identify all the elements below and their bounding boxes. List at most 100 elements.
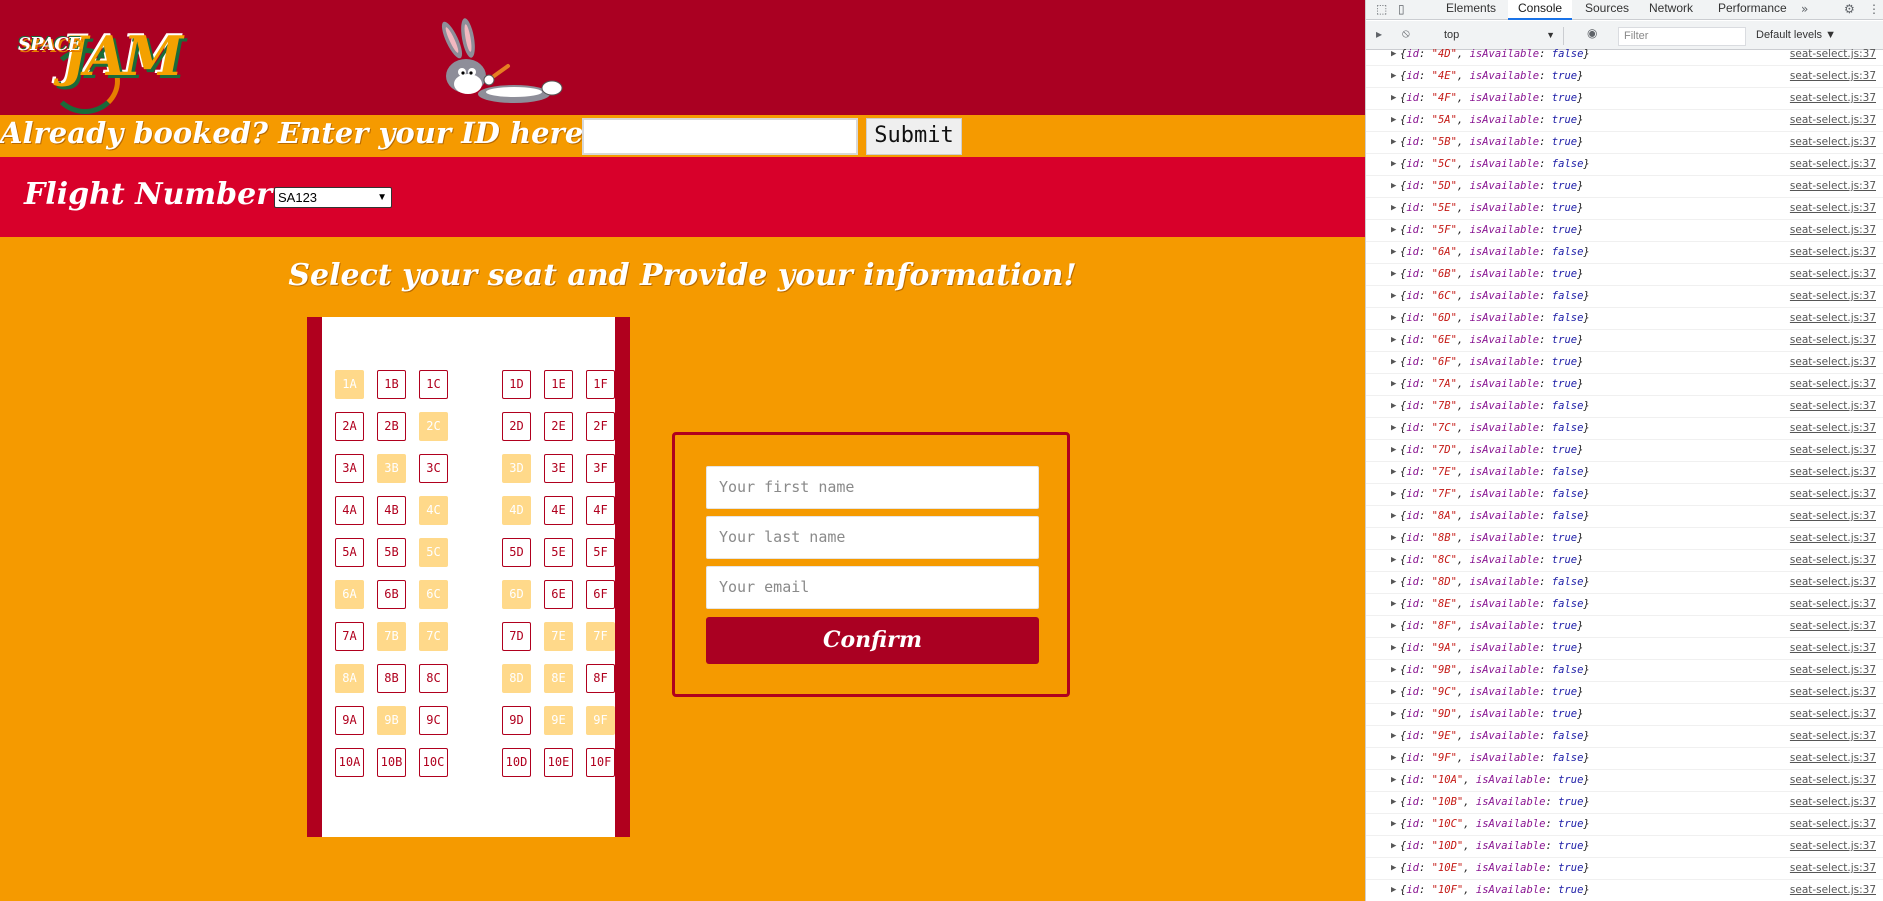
log-source-link[interactable]: seat-select.js:37 (1790, 770, 1876, 790)
log-source-link[interactable]: seat-select.js:37 (1790, 396, 1876, 416)
device-toolbar-icon[interactable]: ▯ (1398, 2, 1405, 16)
seat-9e[interactable]: 9E (544, 706, 573, 735)
tab-elements[interactable]: Elements (1446, 0, 1496, 20)
console-log-row[interactable]: ▶ {id: "6C", isAvailable: false} seat-sele… (1366, 286, 1883, 308)
seat-1c[interactable]: 1C (419, 370, 448, 399)
console-log-row[interactable]: ▶ {id: "10D", isAvailable: true} seat-sele… (1366, 836, 1883, 858)
booking-id-input[interactable] (582, 118, 858, 155)
tab-console[interactable]: Console (1508, 0, 1573, 20)
seat-2f[interactable]: 2F (586, 412, 615, 441)
seat-9c[interactable]: 9C (419, 706, 448, 735)
log-source-link[interactable]: seat-select.js:37 (1790, 220, 1876, 240)
console-log-row[interactable]: ▶ {id: "10C", isAvailable: true} seat-sele… (1366, 814, 1883, 836)
console-log-row[interactable]: ▶ {id: "8C", isAvailable: true} seat-selec… (1366, 550, 1883, 572)
expand-arrow-icon[interactable]: ▶ (1391, 792, 1396, 812)
expand-arrow-icon[interactable]: ▶ (1391, 572, 1396, 592)
expand-arrow-icon[interactable]: ▶ (1391, 264, 1396, 284)
log-source-link[interactable]: seat-select.js:37 (1790, 440, 1876, 460)
log-source-link[interactable]: seat-select.js:37 (1790, 88, 1876, 108)
log-source-link[interactable]: seat-select.js:37 (1790, 792, 1876, 812)
log-source-link[interactable]: seat-select.js:37 (1790, 198, 1876, 218)
log-source-link[interactable]: seat-select.js:37 (1790, 374, 1876, 394)
log-source-link[interactable]: seat-select.js:37 (1790, 44, 1876, 64)
flight-select[interactable]: SA123 ▼ (274, 187, 392, 208)
tab-network[interactable]: Network (1649, 0, 1693, 20)
expand-arrow-icon[interactable]: ▶ (1391, 880, 1396, 900)
seat-5f[interactable]: 5F (586, 538, 615, 567)
space-jam-logo[interactable]: JAM SPACE (14, 20, 183, 118)
expand-arrow-icon[interactable]: ▶ (1391, 462, 1396, 482)
console-log-row[interactable]: ▶ {id: "5D", isAvailable: true} seat-selec… (1366, 176, 1883, 198)
seat-10f[interactable]: 10F (586, 748, 615, 777)
log-source-link[interactable]: seat-select.js:37 (1790, 726, 1876, 746)
seat-10a[interactable]: 10A (335, 748, 364, 777)
log-source-link[interactable]: seat-select.js:37 (1790, 132, 1876, 152)
console-log-row[interactable]: ▶ {id: "7A", isAvailable: true} seat-selec… (1366, 374, 1883, 396)
seat-8a[interactable]: 8A (335, 664, 364, 693)
console-log-row[interactable]: ▶ {id: "4F", isAvailable: true} seat-selec… (1366, 88, 1883, 110)
seat-9b[interactable]: 9B (377, 706, 406, 735)
seat-1b[interactable]: 1B (377, 370, 406, 399)
seat-3c[interactable]: 3C (419, 454, 448, 483)
console-log-row[interactable]: ▶ {id: "10F", isAvailable: true} seat-sele… (1366, 880, 1883, 901)
log-source-link[interactable]: seat-select.js:37 (1790, 660, 1876, 680)
log-source-link[interactable]: seat-select.js:37 (1790, 550, 1876, 570)
expand-arrow-icon[interactable]: ▶ (1391, 550, 1396, 570)
log-source-link[interactable]: seat-select.js:37 (1790, 242, 1876, 262)
seat-2c[interactable]: 2C (419, 412, 448, 441)
console-log-row[interactable]: ▶ {id: "6F", isAvailable: true} seat-selec… (1366, 352, 1883, 374)
log-levels-dropdown[interactable]: Default levels ▼ (1756, 27, 1836, 44)
log-source-link[interactable]: seat-select.js:37 (1790, 264, 1876, 284)
expand-arrow-icon[interactable]: ▶ (1391, 110, 1396, 130)
console-log-row[interactable]: ▶ {id: "9D", isAvailable: true} seat-selec… (1366, 704, 1883, 726)
log-source-link[interactable]: seat-select.js:37 (1790, 484, 1876, 504)
expand-arrow-icon[interactable]: ▶ (1391, 748, 1396, 768)
clear-console-icon[interactable]: ⦸ (1402, 26, 1410, 41)
seat-10e[interactable]: 10E (544, 748, 573, 777)
seat-7e[interactable]: 7E (544, 622, 573, 651)
seat-7f[interactable]: 7F (586, 622, 615, 651)
log-source-link[interactable]: seat-select.js:37 (1790, 110, 1876, 130)
seat-8b[interactable]: 8B (377, 664, 406, 693)
console-log-row[interactable]: ▶ {id: "8F", isAvailable: true} seat-selec… (1366, 616, 1883, 638)
seat-6a[interactable]: 6A (335, 580, 364, 609)
sidebar-toggle-icon[interactable]: ▸ (1376, 27, 1382, 41)
seat-8d[interactable]: 8D (502, 664, 531, 693)
expand-arrow-icon[interactable]: ▶ (1391, 528, 1396, 548)
expand-arrow-icon[interactable]: ▶ (1391, 594, 1396, 614)
seat-10c[interactable]: 10C (419, 748, 448, 777)
log-source-link[interactable]: seat-select.js:37 (1790, 814, 1876, 834)
log-source-link[interactable]: seat-select.js:37 (1790, 330, 1876, 350)
console-log-row[interactable]: ▶ {id: "7E", isAvailable: false} seat-sele… (1366, 462, 1883, 484)
log-source-link[interactable]: seat-select.js:37 (1790, 858, 1876, 878)
console-log-row[interactable]: ▶ {id: "5B", isAvailable: true} seat-selec… (1366, 132, 1883, 154)
console-log-row[interactable]: ▶ {id: "8B", isAvailable: true} seat-selec… (1366, 528, 1883, 550)
expand-arrow-icon[interactable]: ▶ (1391, 154, 1396, 174)
seat-3d[interactable]: 3D (502, 454, 531, 483)
seat-2a[interactable]: 2A (335, 412, 364, 441)
log-source-link[interactable]: seat-select.js:37 (1790, 704, 1876, 724)
seat-2b[interactable]: 2B (377, 412, 406, 441)
seat-5d[interactable]: 5D (502, 538, 531, 567)
seat-3b[interactable]: 3B (377, 454, 406, 483)
console-log-row[interactable]: ▶ {id: "7B", isAvailable: false} seat-sele… (1366, 396, 1883, 418)
console-log-row[interactable]: ▶ {id: "7C", isAvailable: false} seat-sele… (1366, 418, 1883, 440)
expand-arrow-icon[interactable]: ▶ (1391, 616, 1396, 636)
expand-arrow-icon[interactable]: ▶ (1391, 682, 1396, 702)
seat-6b[interactable]: 6B (377, 580, 406, 609)
submit-button[interactable]: Submit (866, 118, 962, 155)
seat-1e[interactable]: 1E (544, 370, 573, 399)
console-log-row[interactable]: ▶ {id: "9C", isAvailable: true} seat-selec… (1366, 682, 1883, 704)
more-tabs-icon[interactable]: » (1801, 2, 1808, 16)
seat-2e[interactable]: 2E (544, 412, 573, 441)
kebab-menu-icon[interactable]: ⋮ (1868, 2, 1880, 16)
seat-7d[interactable]: 7D (502, 622, 531, 651)
seat-4c[interactable]: 4C (419, 496, 448, 525)
eye-icon[interactable]: ◉ (1587, 26, 1597, 40)
expand-arrow-icon[interactable]: ▶ (1391, 396, 1396, 416)
log-source-link[interactable]: seat-select.js:37 (1790, 352, 1876, 372)
seat-2d[interactable]: 2D (502, 412, 531, 441)
console-log-row[interactable]: ▶ {id: "4D", isAvailable: false} seat-sele… (1366, 44, 1883, 66)
expand-arrow-icon[interactable]: ▶ (1391, 330, 1396, 350)
seat-4d[interactable]: 4D (502, 496, 531, 525)
